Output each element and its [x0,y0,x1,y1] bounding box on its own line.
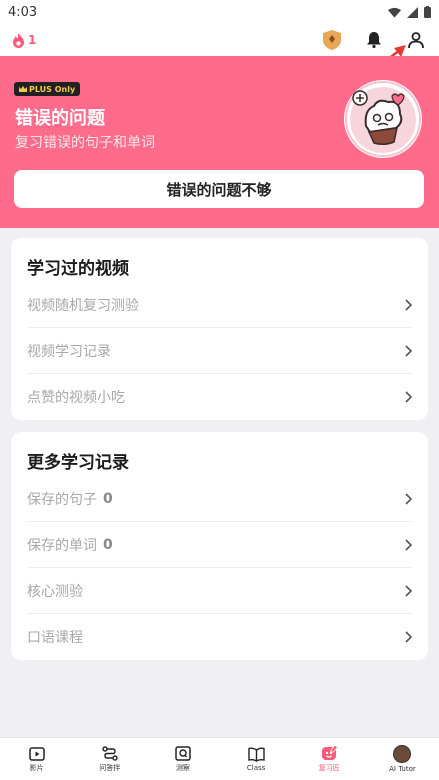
list-item-core-quiz[interactable]: 核心测验 [27,568,412,614]
saved-words-count: 0 [103,536,113,553]
status-bar: 4:03 [0,0,439,24]
list-item-speaking-course[interactable]: 口语课程 [27,614,412,660]
hero-subtitle: 复习错误的句子和单词 [15,135,155,151]
nav-tab-qa[interactable]: 问答拌 [73,738,146,780]
list-item-video-random-quiz[interactable]: 视频随机复习测验 [27,282,412,328]
nav-tab-review[interactable]: 复习匠 [293,738,366,780]
chevron-right-icon [405,584,412,597]
chevron-right-icon [405,391,412,403]
nav-tab-videos[interactable]: 影片 [0,738,73,780]
chevron-right-icon [405,298,412,311]
mascot-illustration [344,80,422,158]
list-item-saved-words[interactable]: 保存的单词 0 [27,522,412,568]
not-enough-wrong-questions-button[interactable]: 错误的问题不够 [14,170,424,208]
play-icon [28,746,45,761]
streak-counter[interactable]: 1 [12,32,37,48]
nav-tab-quiz[interactable]: 测察 [146,738,219,780]
book-icon [247,747,265,762]
nav-tab-class[interactable]: Class [220,738,293,780]
route-icon [102,745,118,761]
badge-shield-icon[interactable] [321,29,343,51]
nav-tab-ai-tutor[interactable]: AI Tutor [366,738,439,780]
streak-count: 1 [28,33,37,47]
review-icon [321,745,338,760]
chevron-right-icon [405,538,412,551]
hero-title: 错误的问题 [15,108,105,129]
battery-icon [424,6,431,18]
chevron-right-icon [405,344,412,357]
wrong-questions-banner: PLUS Only 错误的问题 复习错误的句子和单词 错误的问题不够 [0,56,439,228]
bottom-nav: 影片 问答拌 测察 Class 复习匠 AI Tutor [0,737,439,780]
more-study-records-card: 更多学习记录 保存的句子 0 保存的单词 0 核心测验 口语课程 [11,432,428,660]
list-item-video-study-record[interactable]: 视频学习记录 [27,328,412,374]
cellular-icon [407,6,418,18]
chevron-right-icon [405,631,412,643]
list-item-saved-sentences[interactable]: 保存的句子 0 [27,476,412,522]
wifi-icon [388,7,401,18]
list-item-liked-video-snacks[interactable]: 点赞的视频小吃 [27,374,412,420]
status-time: 4:03 [8,4,38,20]
saved-sentences-count: 0 [103,490,113,507]
avatar [393,745,412,763]
section-title: 更多学习记录 [27,453,129,473]
watched-videos-card: 学习过的视频 视频随机复习测验 视频学习记录 点赞的视频小吃 [11,238,428,420]
chevron-right-icon [405,492,412,505]
quiz-icon [175,745,191,761]
crown-icon [19,86,27,92]
flame-icon [13,32,24,48]
section-title: 学习过的视频 [27,259,129,279]
plus-only-badge: PLUS Only [14,82,81,96]
